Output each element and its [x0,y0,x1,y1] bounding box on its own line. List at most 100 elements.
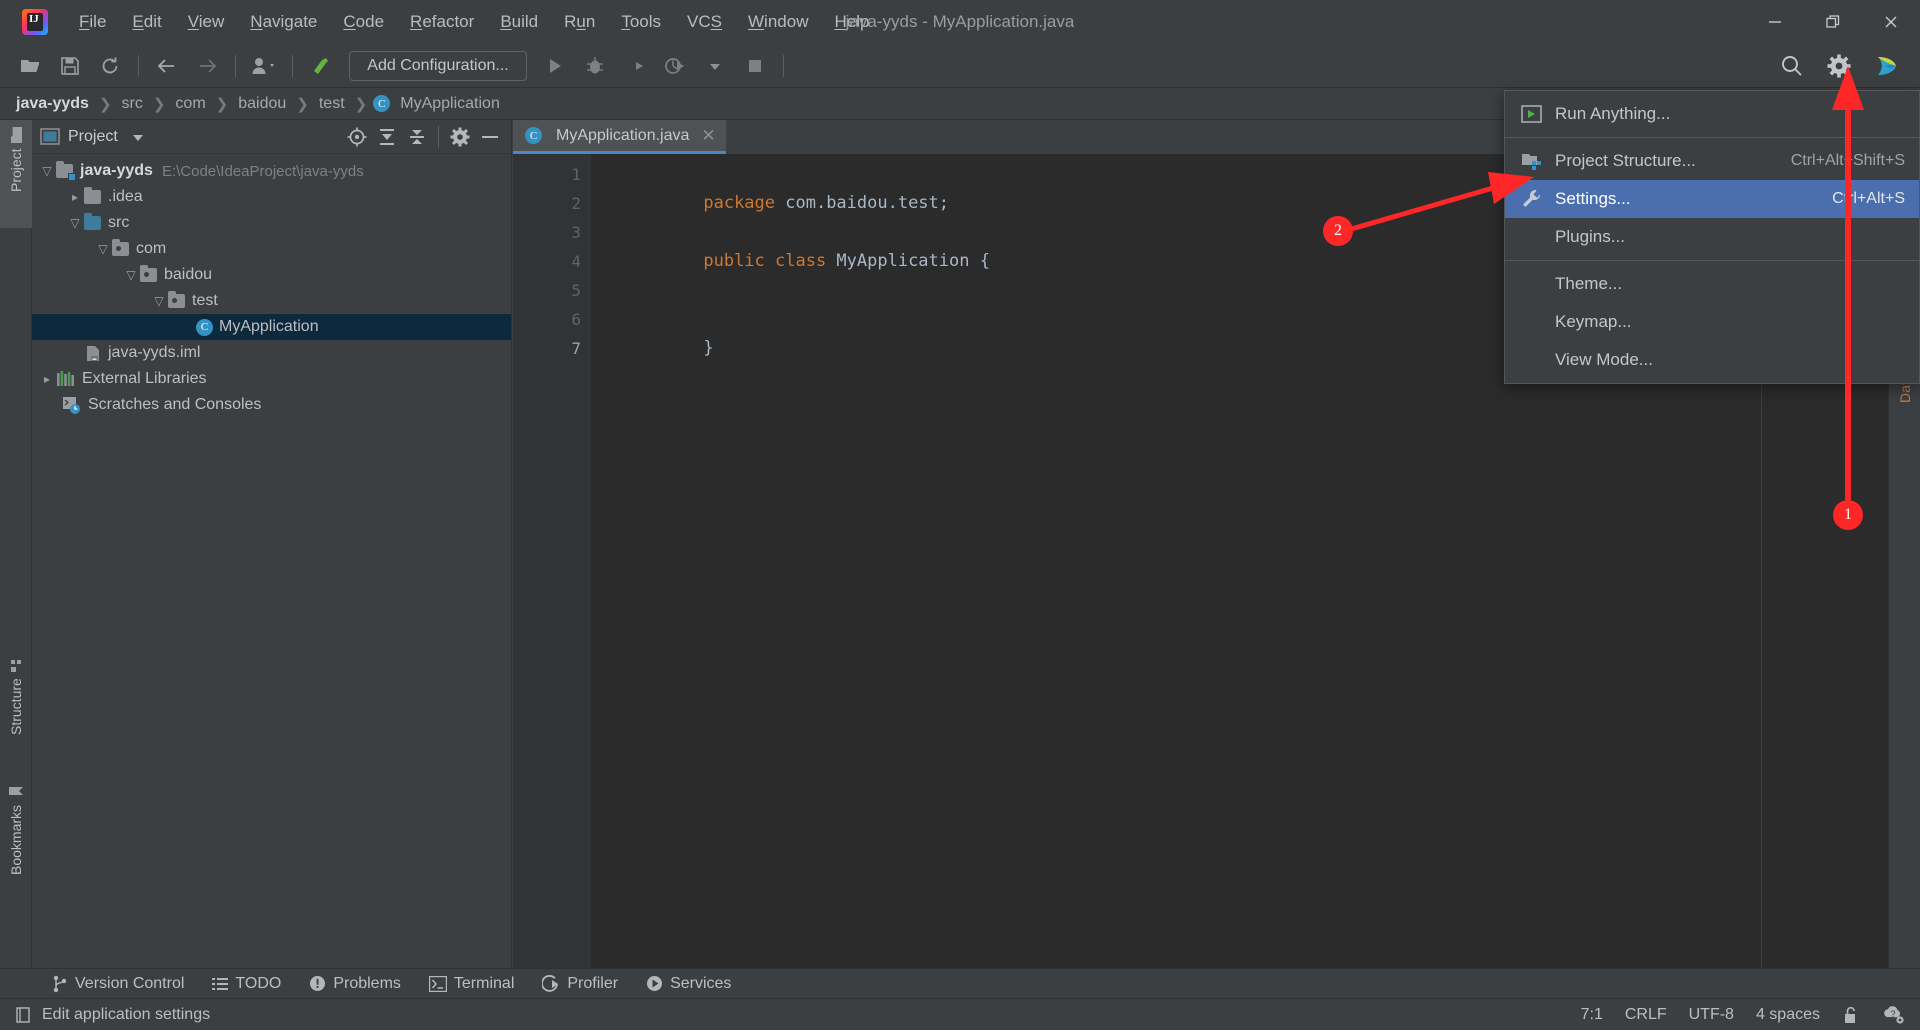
hide-icon[interactable] [477,124,503,150]
run-configuration-selector[interactable]: Add Configuration... [349,51,527,81]
chevron-down-icon[interactable]: ▽ [94,242,112,256]
run-with-coverage-icon[interactable] [618,50,652,82]
stop-icon[interactable] [738,50,772,82]
line-number: 1 [513,160,591,189]
menu-item-label: Theme... [1555,274,1622,294]
menu-item-run-anything[interactable]: Run Anything... [1505,95,1919,133]
menu-edit[interactable]: Edit [119,0,174,44]
sidebar-item-bookmarks[interactable]: Bookmarks [0,775,32,925]
tree-node-src[interactable]: ▽ src [32,210,511,236]
chevron-down-icon[interactable]: ▽ [38,164,56,178]
search-icon[interactable] [1775,50,1809,82]
back-arrow-icon[interactable] [150,50,184,82]
tool-window-terminal[interactable]: Terminal [415,969,528,999]
tree-node-test[interactable]: ▽ test [32,288,511,314]
tool-window-profiler[interactable]: Profiler [528,969,632,999]
breadcrumb-separator: ❯ [93,95,118,113]
breadcrumb-item-baidou[interactable]: baidou [234,95,290,113]
menu-file[interactable]: File [66,0,119,44]
menu-refactor[interactable]: Refactor [397,0,487,44]
chevron-right-icon[interactable]: ▸ [66,190,84,204]
status-right-group: 7:1 CRLF UTF-8 4 spaces ? [1581,1005,1906,1025]
forward-arrow-icon[interactable] [190,50,224,82]
tree-node-baidou[interactable]: ▽ baidou [32,262,511,288]
menu-tools[interactable]: Tools [608,0,674,44]
user-icon[interactable] [247,50,281,82]
sync-icon[interactable] [93,50,127,82]
tooltip-icon [14,1006,32,1024]
project-panel-header: Project [32,120,511,154]
gear-icon[interactable] [1822,50,1856,82]
save-icon[interactable] [53,50,87,82]
tree-node-java-yyds[interactable]: ▽ java-yyds E:\Code\IdeaProject\java-yyd… [32,158,511,184]
folder-icon [84,190,101,204]
sidebar-item-project[interactable]: Project [0,120,32,228]
chevron-right-icon[interactable]: ▸ [38,372,56,386]
indent-setting[interactable]: 4 spaces [1756,1006,1820,1024]
tool-window-label: Services [670,975,731,993]
menu-window[interactable]: Window [735,0,821,44]
toolbar-separator-3 [292,55,293,77]
menu-vcs[interactable]: VCS [674,0,735,44]
ide-features-icon[interactable] [1869,50,1903,82]
tab-myapplication-java[interactable]: C MyApplication.java ✕ [513,120,726,154]
line-separator[interactable]: CRLF [1625,1006,1667,1024]
chevron-down-icon[interactable] [130,129,146,145]
breadcrumb-item-src[interactable]: src [118,95,147,113]
tool-window-version-control[interactable]: Version Control [38,969,198,999]
breadcrumb-item-class[interactable]: MyApplication [396,95,504,113]
tool-window-problems[interactable]: Problems [295,969,415,999]
locate-icon[interactable] [344,124,370,150]
settings-gear-icon[interactable] [447,124,473,150]
profile-icon[interactable] [658,50,692,82]
menu-item-keymap[interactable]: Keymap... [1505,303,1919,341]
title-bar: IJ File Edit View Navigate Code Refactor… [0,0,1920,44]
open-folder-icon[interactable] [13,50,47,82]
run-icon[interactable] [538,50,572,82]
close-button[interactable] [1862,0,1920,44]
maximize-restore-button[interactable] [1804,0,1862,44]
menu-help[interactable]: Help [821,0,882,44]
menu-build[interactable]: Build [487,0,551,44]
code-token: MyApplication { [836,251,990,271]
tree-node-idea[interactable]: ▸ .idea [32,184,511,210]
menu-item-plugins[interactable]: Plugins... [1505,218,1919,256]
menu-run[interactable]: Run [551,0,608,44]
menu-item-settings[interactable]: Settings... Ctrl+Alt+S [1505,180,1919,218]
file-encoding[interactable]: UTF-8 [1689,1006,1734,1024]
sidebar-item-structure[interactable]: Structure [0,650,32,768]
chevron-down-icon[interactable]: ▽ [66,216,84,230]
breadcrumb-item-com[interactable]: com [171,95,209,113]
chevron-down-icon[interactable]: ▽ [150,294,168,308]
profile-dropdown-icon[interactable] [698,50,732,82]
tree-node-scratches[interactable]: Scratches and Consoles [32,392,511,418]
menu-item-view-mode[interactable]: View Mode... [1505,341,1919,379]
chevron-down-icon[interactable]: ▽ [122,268,140,282]
menu-item-project-structure[interactable]: Project Structure... Ctrl+Alt+Shift+S [1505,142,1919,180]
tool-window-services[interactable]: Services [632,969,745,999]
minimize-button[interactable] [1746,0,1804,44]
debug-icon[interactable] [578,50,612,82]
breadcrumb-item-project[interactable]: java-yyds [12,95,93,113]
project-tree: ▽ java-yyds E:\Code\IdeaProject\java-yyd… [32,154,511,418]
tree-label: java-yyds.iml [108,344,200,362]
close-tab-icon[interactable]: ✕ [701,126,715,146]
tool-window-todo[interactable]: TODO [198,969,295,999]
inspections-icon[interactable]: ? [1882,1005,1906,1025]
expand-all-icon[interactable] [374,124,400,150]
menu-navigate[interactable]: Navigate [237,0,330,44]
tree-label: java-yyds [80,162,153,180]
collapse-all-icon[interactable] [404,124,430,150]
menu-code[interactable]: Code [330,0,397,44]
breadcrumb-item-test[interactable]: test [315,95,349,113]
tree-node-external-libraries[interactable]: ▸ External Libraries [32,366,511,392]
menu-view[interactable]: View [175,0,238,44]
tree-node-com[interactable]: ▽ com [32,236,511,262]
menu-item-theme[interactable]: Theme... [1505,265,1919,303]
tree-node-iml[interactable]: java-yyds.iml [32,340,511,366]
build-hammer-icon[interactable] [304,50,338,82]
tree-node-myapplication[interactable]: C MyApplication [32,314,511,340]
unlocked-icon[interactable] [1842,1005,1860,1025]
caret-position[interactable]: 7:1 [1581,1006,1603,1024]
profiler-icon [542,975,560,993]
